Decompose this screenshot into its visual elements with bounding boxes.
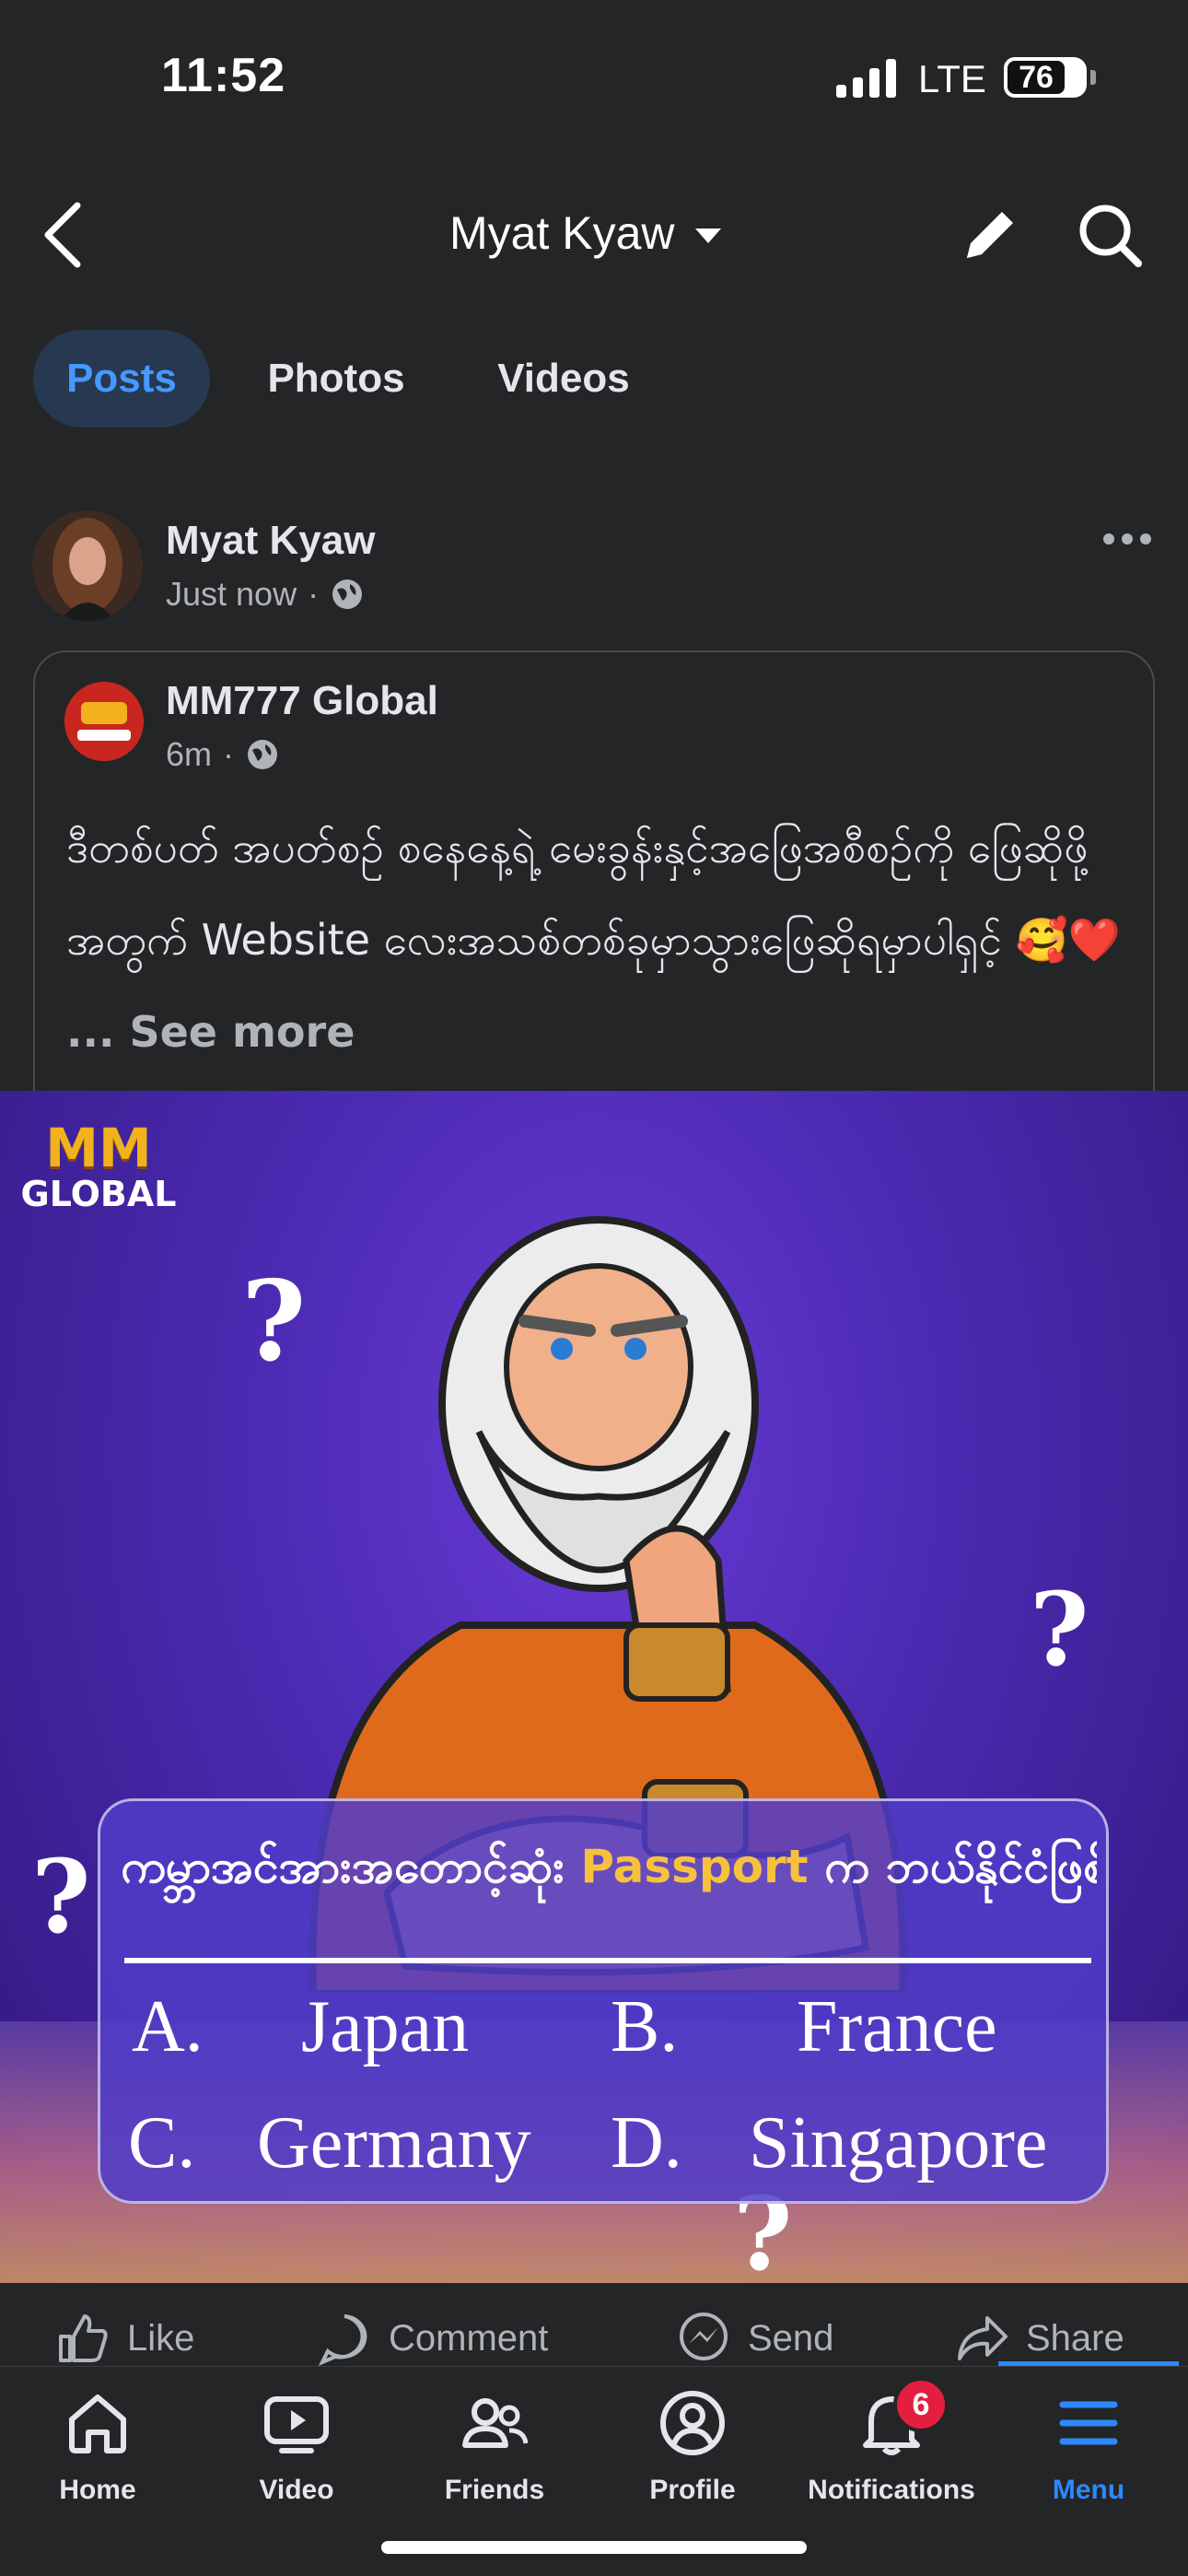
nav-menu-label: Menu — [1052, 2475, 1125, 2505]
option-b-text: France — [797, 1986, 997, 2067]
tab-photos[interactable]: Photos — [249, 330, 424, 427]
post-image[interactable]: MM GLOBAL ? ? ? ? ကမ္ဘာအင်အားအတောင့်ဆုံး… — [0, 1091, 1188, 2283]
status-time: 11:52 — [161, 49, 286, 102]
search-icon[interactable] — [1076, 201, 1144, 269]
quiz-question: ကမ္ဘာအင်အားအတောင့်ဆုံး Passport က ဘယ်နို… — [121, 1838, 1097, 1905]
quiz-question-highlight: Passport — [580, 1840, 809, 1893]
thumbs-up-icon — [59, 2314, 108, 2362]
back-arrow-icon[interactable] — [37, 198, 92, 272]
brand-logo-bottom: GLOBAL — [20, 1174, 177, 1214]
nav-video-label: Video — [259, 2475, 334, 2505]
question-mark: ? — [1030, 1570, 1089, 1689]
friends-icon — [462, 2398, 529, 2448]
brand-logo: MM GLOBAL — [20, 1117, 177, 1214]
share-button[interactable]: Share — [954, 2311, 1124, 2366]
send-label: Send — [748, 2317, 834, 2359]
battery-icon: 76 — [1004, 57, 1096, 98]
nav-profile-label: Profile — [649, 2475, 736, 2505]
option-a-letter: A. — [132, 1986, 204, 2067]
globe-icon — [248, 740, 278, 769]
globe-icon — [332, 580, 363, 609]
network-type: LTE — [918, 57, 986, 100]
post-time: Just now — [166, 575, 297, 613]
question-mark: ? — [31, 1837, 91, 1956]
nav-profile[interactable]: Profile — [600, 2386, 785, 2506]
like-label: Like — [127, 2317, 195, 2359]
messenger-icon — [680, 2313, 728, 2360]
option-b-letter: B. — [611, 1986, 679, 2067]
quiz-card: ကမ္ဘာအင်အားအတောင့်ဆုံး Passport က ဘယ်နို… — [98, 1798, 1109, 2204]
send-button[interactable]: Send — [676, 2311, 833, 2366]
post-caption: ဒီတစ်ပတ် အပတ်စဉ် စနေနေ့ရဲ့ မေးခွန်းနှင့်… — [66, 802, 1135, 1078]
comment-button[interactable]: Comment — [317, 2311, 548, 2366]
quiz-question-end: က ဘယ်နိုင်ငံဖြစ်မလည်း ? — [824, 1840, 1097, 1893]
nav-video[interactable]: Video — [204, 2386, 389, 2506]
nav-menu[interactable]: Menu — [996, 2386, 1181, 2506]
more-options-icon[interactable] — [1101, 525, 1153, 553]
comment-icon — [318, 2314, 367, 2366]
nav-home-label: Home — [59, 2475, 136, 2505]
option-d-letter: D. — [611, 2102, 682, 2184]
notification-count-badge: 6 — [893, 2377, 949, 2432]
quiz-divider — [124, 1958, 1091, 1963]
page-logo[interactable] — [64, 682, 144, 761]
nav-home[interactable]: Home — [6, 2386, 190, 2506]
nav-friends[interactable]: Friends — [402, 2386, 587, 2506]
brand-logo-top: MM — [45, 1117, 152, 1179]
avatar[interactable] — [32, 510, 143, 621]
chevron-down-icon — [694, 228, 721, 243]
option-c-text: Germany — [257, 2102, 531, 2184]
shared-post-meta: 6m · — [166, 735, 280, 774]
tab-posts[interactable]: Posts — [33, 330, 210, 427]
shared-page-name[interactable]: MM777 Global — [166, 678, 438, 724]
home-icon — [69, 2395, 126, 2453]
page-title: Myat Kyaw — [449, 207, 675, 259]
video-icon — [264, 2396, 329, 2453]
like-button[interactable]: Like — [55, 2311, 194, 2366]
cellular-signal-icon — [836, 59, 896, 98]
tab-videos[interactable]: Videos — [472, 330, 656, 427]
shared-post-time: 6m — [166, 735, 213, 773]
nav-friends-label: Friends — [444, 2475, 545, 2505]
post-author[interactable]: Myat Kyaw — [166, 518, 375, 564]
edit-pencil-icon[interactable] — [958, 203, 1022, 267]
profile-icon — [660, 2391, 725, 2455]
option-d-text: Singapore — [749, 2102, 1048, 2184]
see-more-link[interactable]: ... See more — [66, 1007, 355, 1057]
option-a-text: Japan — [301, 1986, 470, 2067]
quiz-question-text: ကမ္ဘာအင်အားအတောင့်ဆုံး — [121, 1840, 565, 1893]
profile-switcher[interactable]: Myat Kyaw — [449, 206, 721, 260]
comment-label: Comment — [389, 2317, 549, 2359]
battery-level: 76 — [1004, 57, 1068, 98]
nav-notifications[interactable]: Notifications — [799, 2386, 984, 2506]
post-meta: Just now · — [166, 575, 365, 614]
menu-hamburger-icon — [1059, 2401, 1118, 2445]
share-label: Share — [1026, 2317, 1124, 2359]
option-c-letter: C. — [128, 2102, 196, 2184]
nav-notifications-label: Notifications — [808, 2475, 975, 2505]
caption-text: ဒီတစ်ပတ် အပတ်စဉ် စနေနေ့ရဲ့ မေးခွန်းနှင့်… — [66, 823, 1122, 965]
home-indicator[interactable] — [381, 2541, 807, 2554]
share-arrow-icon — [958, 2316, 1007, 2360]
